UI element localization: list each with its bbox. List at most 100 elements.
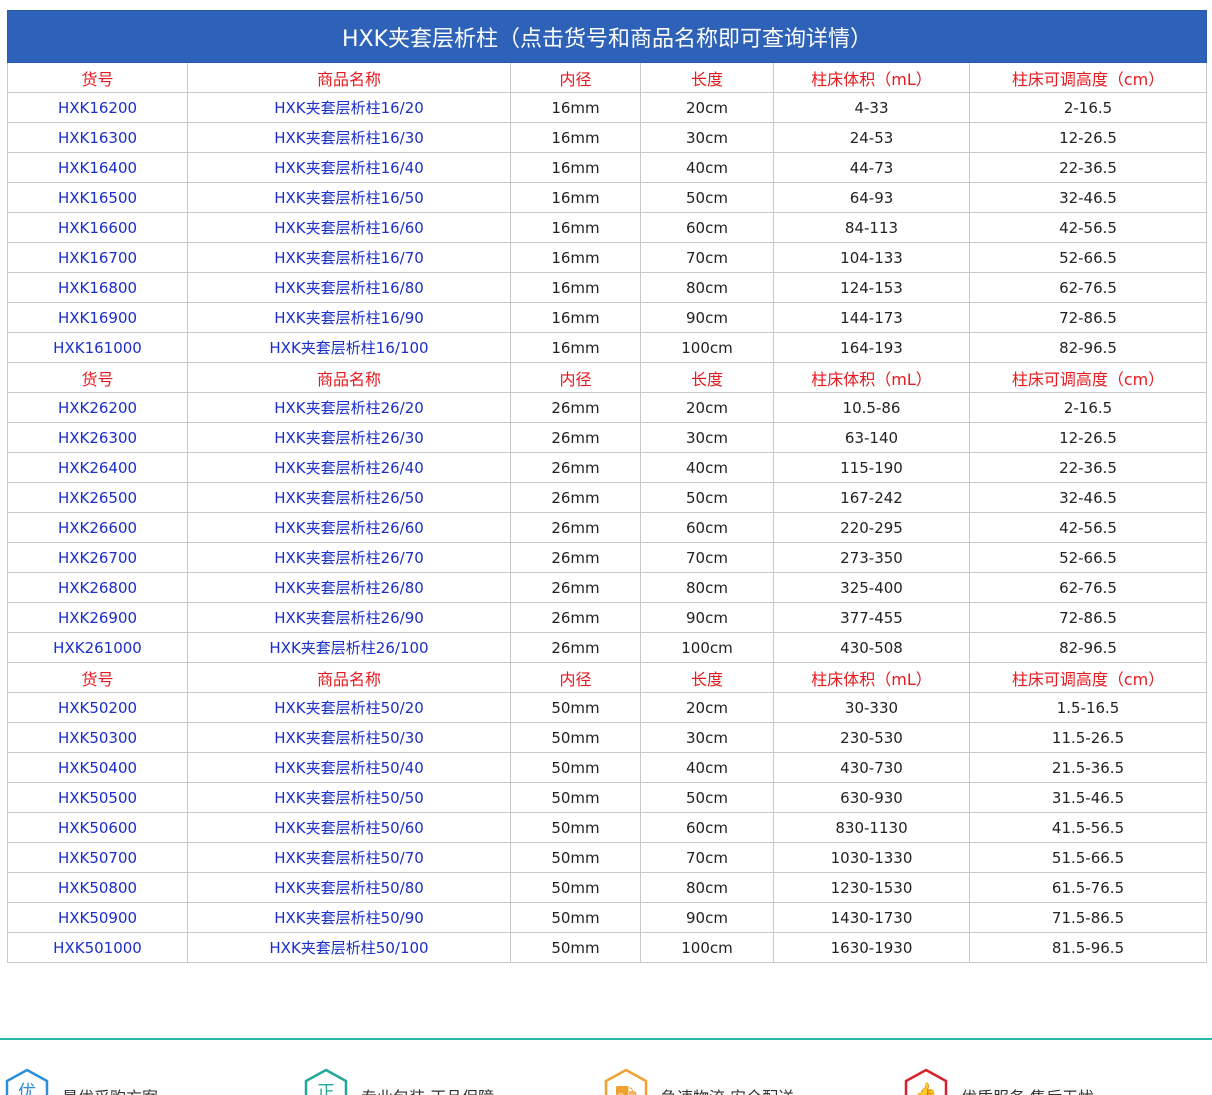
sku-link[interactable]: HXK16800 (7, 272, 188, 303)
cell-length: 70cm (640, 242, 774, 273)
product-name-link[interactable]: HXK夹套层析柱26/30 (187, 422, 511, 453)
product-name-link[interactable]: HXK夹套层析柱50/20 (187, 692, 511, 723)
product-name-link[interactable]: HXK夹套层析柱16/20 (187, 92, 511, 123)
product-name-link[interactable]: HXK夹套层析柱26/100 (187, 632, 511, 663)
product-name-link[interactable]: HXK夹套层析柱26/70 (187, 542, 511, 573)
cell-bed-height: 12-26.5 (968, 122, 1208, 153)
sku-link[interactable]: HXK50800 (7, 872, 188, 903)
cell-bed-height: 62-76.5 (968, 572, 1208, 603)
product-name-link[interactable]: HXK夹套层析柱16/50 (187, 182, 511, 213)
sku-link[interactable]: HXK16300 (7, 122, 188, 153)
product-name-link[interactable]: HXK夹套层析柱26/50 (187, 482, 511, 513)
sku-link[interactable]: HXK16500 (7, 182, 188, 213)
product-name-link[interactable]: HXK夹套层析柱50/90 (187, 902, 511, 933)
title-row: HXK夹套层析柱（点击货号和商品名称即可查询详情） (6, 10, 1208, 63)
sku-link[interactable]: HXK50500 (7, 782, 188, 813)
sku-link[interactable]: HXK26800 (7, 572, 188, 603)
sku-link[interactable]: HXK26300 (7, 422, 188, 453)
cell-length: 30cm (640, 122, 774, 153)
product-name-link[interactable]: HXK夹套层析柱16/40 (187, 152, 511, 183)
sku-link[interactable]: HXK50900 (7, 902, 188, 933)
table-row: HXK50400 HXK夹套层析柱50/40 50mm 40cm 430-730 21.5… (7, 752, 1208, 783)
sku-link[interactable]: HXK50400 (7, 752, 188, 783)
product-name-link[interactable]: HXK夹套层析柱50/40 (187, 752, 511, 783)
cell-inner-diameter: 26mm (510, 602, 641, 633)
sku-link[interactable]: HXK26200 (7, 392, 188, 423)
cell-length: 20cm (640, 692, 774, 723)
cell-bed-height: 21.5-36.5 (968, 752, 1208, 783)
header-row: 货号 商品名称 内径 长度 柱床体积（mL） 柱床可调高度（cm） (7, 362, 1208, 393)
cell-length: 80cm (640, 272, 774, 303)
cell-inner-diameter: 50mm (510, 722, 641, 753)
cell-inner-diameter: 16mm (510, 212, 641, 243)
cell-bed-volume: 64-93 (773, 182, 970, 213)
cell-bed-height: 81.5-96.5 (968, 932, 1208, 963)
table-row: HXK50600 HXK夹套层析柱50/60 50mm 60cm 830-1130 41.… (7, 812, 1208, 843)
feature-text: 最优采购方案 (62, 1084, 158, 1095)
table-row: HXK50500 HXK夹套层析柱50/50 50mm 50cm 630-930 31.5… (7, 782, 1208, 813)
column-header-product-name: 商品名称 (187, 62, 511, 93)
sku-link[interactable]: HXK501000 (7, 932, 188, 963)
product-name-link[interactable]: HXK夹套层析柱50/60 (187, 812, 511, 843)
svg-text:👍: 👍 (915, 1081, 937, 1095)
sku-link[interactable]: HXK50600 (7, 812, 188, 843)
sku-link[interactable]: HXK16200 (7, 92, 188, 123)
product-name-link[interactable]: HXK夹套层析柱16/100 (187, 332, 511, 363)
table-row: HXK50300 HXK夹套层析柱50/30 50mm 30cm 230-530 11.5… (7, 722, 1208, 753)
table-row: HXK26500 HXK夹套层析柱26/50 26mm 50cm 167-242 32-4… (7, 482, 1208, 513)
sku-link[interactable]: HXK26700 (7, 542, 188, 573)
cell-bed-volume: 1430-1730 (773, 902, 970, 933)
product-name-link[interactable]: HXK夹套层析柱16/70 (187, 242, 511, 273)
table-row: HXK26200 HXK夹套层析柱26/20 26mm 20cm 10.5-86 2-16… (7, 392, 1208, 423)
cell-length: 50cm (640, 782, 774, 813)
product-name-link[interactable]: HXK夹套层析柱16/80 (187, 272, 511, 303)
svg-text:优: 优 (18, 1082, 36, 1095)
cell-bed-volume: 1230-1530 (773, 872, 970, 903)
table-row: HXK50200 HXK夹套层析柱50/20 50mm 20cm 30-330 1.5-1… (7, 692, 1208, 723)
cell-bed-height: 82-96.5 (968, 632, 1208, 663)
cell-bed-height: 62-76.5 (968, 272, 1208, 303)
product-name-link[interactable]: HXK夹套层析柱50/50 (187, 782, 511, 813)
cell-length: 50cm (640, 482, 774, 513)
cell-length: 30cm (640, 422, 774, 453)
product-name-link[interactable]: HXK夹套层析柱26/90 (187, 602, 511, 633)
sku-link[interactable]: HXK16400 (7, 152, 188, 183)
product-name-link[interactable]: HXK夹套层析柱50/100 (187, 932, 511, 963)
cell-inner-diameter: 16mm (510, 152, 641, 183)
sku-link[interactable]: HXK26600 (7, 512, 188, 543)
sku-link[interactable]: HXK26400 (7, 452, 188, 483)
product-name-link[interactable]: HXK夹套层析柱50/70 (187, 842, 511, 873)
product-name-link[interactable]: HXK夹套层析柱50/80 (187, 872, 511, 903)
table-row: HXK16200 HXK夹套层析柱16/20 16mm 20cm 4-33 2-16.5 (7, 92, 1208, 123)
product-name-link[interactable]: HXK夹套层析柱26/80 (187, 572, 511, 603)
sku-link[interactable]: HXK26900 (7, 602, 188, 633)
product-name-link[interactable]: HXK夹套层析柱26/60 (187, 512, 511, 543)
column-header-length: 长度 (640, 662, 774, 693)
product-name-link[interactable]: HXK夹套层析柱26/40 (187, 452, 511, 483)
product-name-link[interactable]: HXK夹套层析柱16/60 (187, 212, 511, 243)
sku-link[interactable]: HXK16900 (7, 302, 188, 333)
sku-link[interactable]: HXK261000 (7, 632, 188, 663)
product-name-link[interactable]: HXK夹套层析柱16/90 (187, 302, 511, 333)
sku-link[interactable]: HXK16600 (7, 212, 188, 243)
column-header-bed-height: 柱床可调高度（cm） (968, 362, 1208, 393)
table-row: HXK26400 HXK夹套层析柱26/40 26mm 40cm 115-190 22-3… (7, 452, 1208, 483)
hexagon-badge-icon: 正 (303, 1068, 349, 1095)
cell-bed-volume: 10.5-86 (773, 392, 970, 423)
sku-link[interactable]: HXK50300 (7, 722, 188, 753)
cell-bed-volume: 325-400 (773, 572, 970, 603)
sku-link[interactable]: HXK50700 (7, 842, 188, 873)
product-spec-table: HXK夹套层析柱（点击货号和商品名称即可查询详情） 货号 商品名称 内径 长度 柱床体积… (6, 10, 1208, 963)
sku-link[interactable]: HXK50200 (7, 692, 188, 723)
product-name-link[interactable]: HXK夹套层析柱16/30 (187, 122, 511, 153)
sku-link[interactable]: HXK161000 (7, 332, 188, 363)
cell-inner-diameter: 16mm (510, 242, 641, 273)
sku-link[interactable]: HXK16700 (7, 242, 188, 273)
sku-link[interactable]: HXK26500 (7, 482, 188, 513)
product-name-link[interactable]: HXK夹套层析柱50/30 (187, 722, 511, 753)
column-header-sku: 货号 (7, 662, 188, 693)
feature-item: 优 最优采购方案 (4, 1068, 158, 1095)
cell-inner-diameter: 50mm (510, 812, 641, 843)
product-name-link[interactable]: HXK夹套层析柱26/20 (187, 392, 511, 423)
cell-inner-diameter: 16mm (510, 122, 641, 153)
